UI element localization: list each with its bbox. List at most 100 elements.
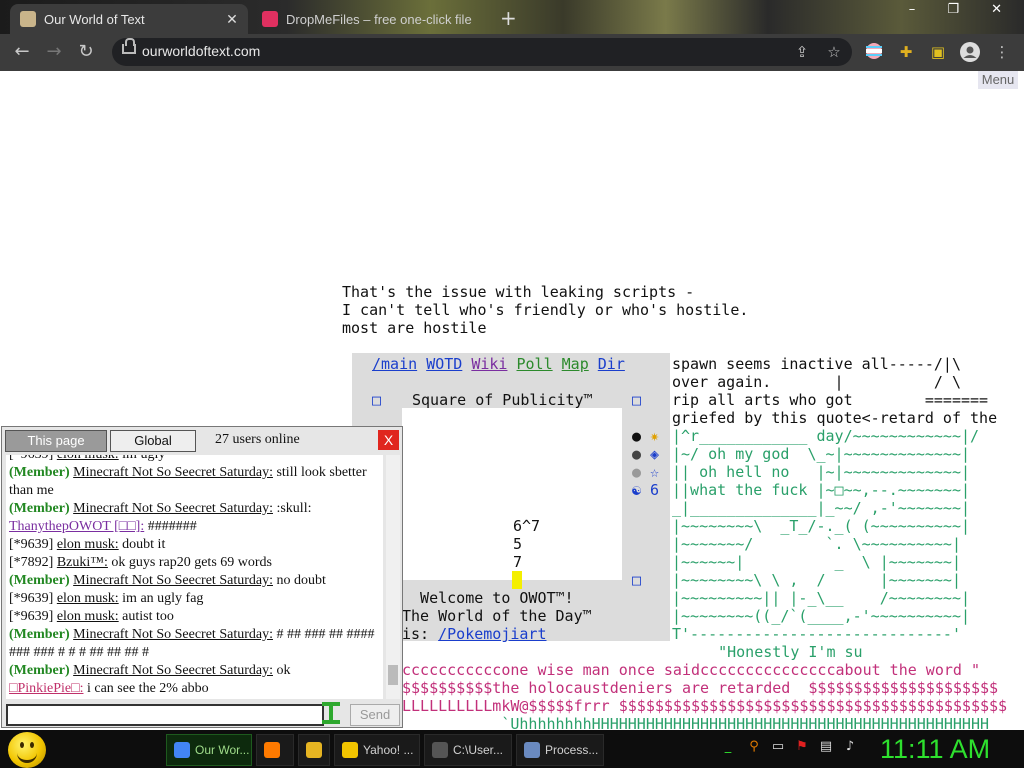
- chat-text: ok: [272, 663, 291, 678]
- chat-message: (Member) Minecraft Not So Seecret Saturd…: [6, 500, 383, 518]
- chat-send-button[interactable]: Send: [350, 704, 400, 726]
- reload-icon[interactable]: ↻: [74, 40, 98, 64]
- close-tab-icon[interactable]: ✕: [222, 11, 242, 28]
- link-poll[interactable]: Poll: [517, 355, 553, 373]
- colored-text-block: "Honestly I'm su cccccccccccone wise man …: [402, 643, 1007, 730]
- owot-favicon-icon: [20, 11, 36, 27]
- chat-text: :skull:: [272, 501, 312, 516]
- link-wiki[interactable]: Wiki: [471, 355, 507, 373]
- number-six-icon[interactable]: 6: [650, 481, 659, 499]
- link-wotd[interactable]: WOTD: [426, 355, 462, 373]
- taskbar-item[interactable]: Process...: [516, 734, 604, 766]
- address-bar[interactable]: ourworldoftext.com: [112, 38, 852, 66]
- square-entry: 7: [513, 553, 523, 571]
- link-map[interactable]: Map: [562, 355, 589, 373]
- chat-username[interactable]: ThanythepOWOT [□□]:: [9, 519, 144, 534]
- grey-dot-icon[interactable]: ●: [632, 463, 641, 481]
- chat-input[interactable]: [6, 704, 324, 726]
- chat-text: im ugly: [119, 455, 165, 462]
- chat-username[interactable]: Minecraft Not So Seecret Saturday:: [73, 501, 273, 516]
- black-dot-icon[interactable]: ●: [632, 427, 641, 445]
- star-icon[interactable]: ☆: [650, 463, 659, 481]
- chat-log: [*9639] elon musk: im ugly (Member) Minec…: [6, 455, 383, 699]
- chat-tab-global[interactable]: Global: [110, 430, 196, 452]
- search-icon[interactable]: ⚲: [746, 739, 762, 755]
- chat-username[interactable]: Minecraft Not So Seecret Saturday:: [73, 663, 273, 678]
- forward-arrow-icon[interactable]: →: [42, 40, 66, 64]
- chat-tab-this-page[interactable]: This page: [5, 430, 107, 452]
- bookmark-star-icon[interactable]: ☆: [824, 42, 844, 62]
- chat-message: (Member) Minecraft Not So Seecret Saturd…: [6, 572, 383, 590]
- new-tab-icon[interactable]: +: [500, 6, 517, 30]
- chat-username[interactable]: elon musk:: [57, 455, 119, 462]
- square-of-publicity: [402, 408, 622, 580]
- kebab-menu-icon[interactable]: ⋮: [992, 42, 1012, 62]
- tray-line-icon[interactable]: _: [720, 739, 736, 755]
- chat-prefix: (Member): [9, 627, 70, 642]
- sun-icon[interactable]: ✷: [650, 427, 659, 445]
- tab-our-world-of-text[interactable]: Our World of Text ✕: [10, 4, 248, 34]
- chat-username[interactable]: □PinkiePie□:: [9, 681, 83, 696]
- colored-line: LLLLLLLLLLmkW@$$$$$frrr $$$$$$$$$$$$$$$$…: [402, 697, 1008, 715]
- chat-username[interactable]: Minecraft Not So Seecret Saturday:: [73, 465, 273, 480]
- notification-icon[interactable]: ▤: [818, 739, 834, 755]
- colored-line: "Honestly I'm su: [402, 643, 863, 661]
- link-main[interactable]: /main: [372, 355, 417, 373]
- app-icon: [524, 742, 540, 758]
- colored-line: $$$$$$$$$$the holocaustdeniers are retar…: [402, 679, 999, 697]
- chat-username[interactable]: elon musk:: [57, 609, 119, 624]
- ascii-line: |~~~~~~~~~|| |-_\__ /~~~~~~~~|: [672, 589, 971, 607]
- volume-icon[interactable]: ♪: [842, 739, 858, 755]
- clock[interactable]: 11:11 AM: [880, 734, 990, 765]
- menu-button[interactable]: Menu: [978, 71, 1018, 89]
- chat-username[interactable]: elon musk:: [57, 537, 119, 552]
- scrollbar-thumb[interactable]: [388, 665, 398, 685]
- taskbar-item[interactable]: Our Wor...: [166, 734, 252, 766]
- colored-line: `UhhhhhhhhHHHHHHHHHHHHHHHHHHHHHHHHHHHHHH…: [402, 715, 989, 730]
- taskbar-item[interactable]: Yahoo! ...: [334, 734, 420, 766]
- taskbar-item[interactable]: [298, 734, 330, 766]
- profile-avatar-icon[interactable]: [960, 42, 980, 62]
- chat-scrollbar[interactable]: [386, 455, 400, 699]
- taskbar-item[interactable]: C:\User...: [424, 734, 512, 766]
- chat-username[interactable]: Bzuki™:: [57, 555, 108, 570]
- network-flag-icon[interactable]: ⚑: [794, 739, 810, 755]
- chat-text: no doubt: [272, 573, 326, 588]
- start-smiley-icon[interactable]: [8, 732, 46, 768]
- wotd-link[interactable]: /Pokemojiart: [438, 625, 546, 643]
- chat-username[interactable]: Minecraft Not So Seecret Saturday:: [73, 573, 273, 588]
- ascii-line: |~~~~~~| _ \ |~~~~~~~|: [672, 553, 961, 571]
- tray-box-icon[interactable]: ▭: [770, 739, 786, 755]
- share-icon[interactable]: ⇪: [792, 42, 812, 62]
- extension-flag-icon[interactable]: [864, 42, 884, 62]
- link-dir[interactable]: Dir: [598, 355, 625, 373]
- diamond-icon[interactable]: ◈: [650, 445, 659, 463]
- chat-text: im an ugly fag: [118, 591, 204, 606]
- chat-message: (Member) Minecraft Not So Seecret Saturd…: [6, 662, 383, 680]
- square-entry: 6^7: [513, 517, 541, 535]
- nav-links: /main WOTD Wiki Poll Map Dir: [372, 355, 625, 373]
- wotd-line: is: /Pokemojiart: [402, 625, 547, 643]
- chat-close-button[interactable]: X: [378, 430, 399, 450]
- ascii-line: rip all arts who got =======: [672, 391, 989, 409]
- chat-text: ok guys rap20 gets 69 words: [107, 555, 272, 570]
- back-arrow-icon[interactable]: ←: [10, 40, 34, 64]
- extensions-puzzle-icon[interactable]: ✚: [896, 42, 916, 62]
- dark-dot-icon[interactable]: ●: [632, 445, 641, 463]
- window-controls[interactable]: – ❐ ✕: [909, 2, 1016, 17]
- chat-message: [*9639] elon musk: im ugly: [6, 455, 383, 464]
- chat-username[interactable]: elon musk:: [57, 591, 119, 606]
- tab-title: Our World of Text: [44, 11, 145, 27]
- tab-dropmefiles[interactable]: DropMeFiles – free one-click file: [252, 4, 490, 34]
- taskbar-item[interactable]: [256, 734, 294, 766]
- yin-yang-icon[interactable]: ☯: [632, 481, 641, 499]
- side-panel-icon[interactable]: ▣: [928, 42, 948, 62]
- resize-grip-icon[interactable]: [320, 700, 342, 726]
- chat-username[interactable]: Minecraft Not So Seecret Saturday:: [73, 627, 273, 642]
- chat-prefix: [*9639]: [9, 591, 54, 606]
- dropmefiles-favicon-icon: [262, 11, 278, 27]
- leak-line: That's the issue with leaking scripts -: [342, 283, 695, 301]
- chat-message: [*7892] Bzuki™: ok guys rap20 gets 69 wo…: [6, 554, 383, 572]
- panel-corner-glyph-icon: □: [632, 571, 642, 589]
- chat-prefix: [*7892]: [9, 555, 54, 570]
